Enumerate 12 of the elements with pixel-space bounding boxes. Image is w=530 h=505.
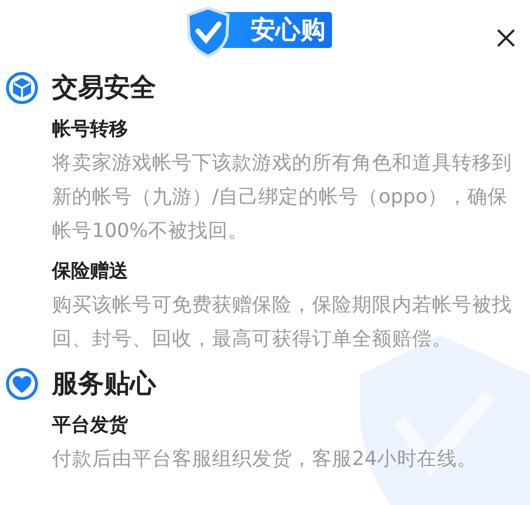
close-icon[interactable] xyxy=(496,28,516,48)
item-description: 购买该帐号可免费获赠保险，保险期限内若帐号被找回、封号、回收，最高可获得订单全额赔偿。 xyxy=(52,292,513,352)
cube-icon xyxy=(5,71,39,105)
item-title: 平台发货 xyxy=(52,413,129,438)
item-title: 保险赠送 xyxy=(52,259,129,284)
item-description: 付款后由平台客服组织发货，客服24小时在线。 xyxy=(52,446,478,472)
item-description: 将卖家游戏帐号下该款游戏的所有角色和道具转移到新的帐号（九游）/自己绑定的帐号（oppo），确保帐号100%不被找回。 xyxy=(52,150,513,244)
item-title: 帐号转移 xyxy=(52,117,129,142)
section-title: 交易安全 xyxy=(52,72,156,105)
shield-check-icon xyxy=(184,6,230,58)
section-title: 服务贴心 xyxy=(52,368,156,401)
badge-title: 安心购 xyxy=(220,12,332,48)
